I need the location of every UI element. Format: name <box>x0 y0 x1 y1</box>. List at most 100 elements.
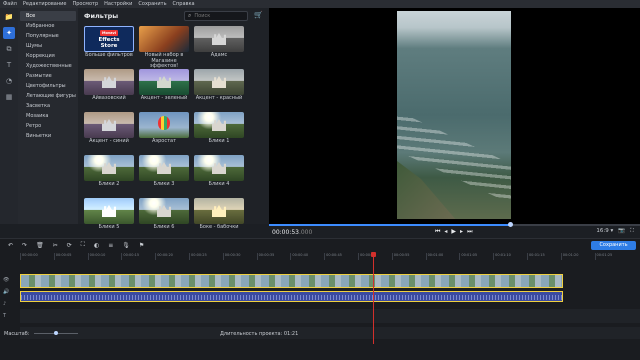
category-item[interactable]: Избранное <box>18 21 78 31</box>
import-icon[interactable]: 📁 <box>3 11 15 23</box>
properties-icon[interactable]: ≡ <box>108 242 113 249</box>
castle-image <box>102 162 116 174</box>
filter-thumbnail[interactable] <box>84 155 134 181</box>
category-item[interactable]: Мозаика <box>18 111 78 121</box>
timecode-ms: .000 <box>298 229 313 236</box>
filters-icon[interactable]: ✦ <box>3 27 15 39</box>
filter-tile[interactable]: Блики 4 <box>194 155 244 193</box>
filter-tile[interactable]: Блики 6 <box>139 198 189 236</box>
cart-icon[interactable]: 🛒 <box>254 11 263 19</box>
fullscreen-icon[interactable]: ⛶ <box>630 228 634 235</box>
music-lane[interactable] <box>20 309 640 323</box>
category-item[interactable]: Коррекция <box>18 51 78 61</box>
menu-item[interactable]: Просмотр <box>72 1 98 7</box>
castle-image <box>212 162 226 174</box>
filter-tile[interactable]: Адамс <box>194 26 244 64</box>
marker-icon[interactable]: ⚑ <box>139 242 144 249</box>
ruler-tick: 00:01:25 <box>594 253 629 260</box>
filter-thumbnail[interactable] <box>84 112 134 138</box>
filter-tile[interactable]: Боке - бабочки <box>194 198 244 236</box>
search-box[interactable]: ⌕ <box>184 11 248 21</box>
redo-icon[interactable]: ↷ <box>22 242 27 249</box>
zoom-slider[interactable] <box>34 331 78 335</box>
audio-track-icon[interactable]: 🔊 <box>3 289 9 295</box>
filter-thumbnail[interactable] <box>139 198 189 224</box>
menu-item[interactable]: Редактирование <box>23 1 67 7</box>
audio-icon[interactable]: 🎙 <box>122 242 130 249</box>
category-item[interactable]: Засветка <box>18 101 78 111</box>
filter-tile[interactable]: Акцент - синий <box>84 112 134 150</box>
category-item[interactable]: Все <box>20 11 76 21</box>
category-item[interactable]: Шумы <box>18 41 78 51</box>
filter-label: Акцент - красный <box>195 95 243 101</box>
filter-thumbnail[interactable] <box>84 198 134 224</box>
menu-item[interactable]: Файл <box>3 1 17 7</box>
category-item[interactable]: Виньетки <box>18 131 78 141</box>
music-track-icon[interactable]: ♪ <box>3 301 9 307</box>
ruler-tick: 00:00:10 <box>87 253 122 260</box>
filter-thumbnail[interactable] <box>194 69 244 95</box>
stickers-icon[interactable]: ◔ <box>3 75 15 87</box>
search-input[interactable] <box>194 13 245 19</box>
skip-forward-icon[interactable]: ⏭ <box>467 228 472 236</box>
snapshot-icon[interactable]: 📷 <box>618 228 625 235</box>
castle-image <box>102 205 116 217</box>
filter-label: Акцент - синий <box>89 138 129 144</box>
category-item[interactable]: Цветофильтры <box>18 81 78 91</box>
filter-thumbnail[interactable] <box>84 69 134 95</box>
video-clip[interactable] <box>20 274 563 288</box>
filter-tile[interactable]: Новый набор в Магазине эффектов! <box>139 26 189 69</box>
transitions-icon[interactable]: ⧉ <box>3 43 15 55</box>
category-item[interactable]: Популярные <box>18 31 78 41</box>
filter-tile[interactable]: Акцент - зеленый <box>139 69 189 107</box>
filter-tile[interactable]: Блики 3 <box>139 155 189 193</box>
castle-image <box>102 76 116 88</box>
category-item[interactable]: Художественные <box>18 61 78 71</box>
filter-thumbnail[interactable] <box>194 198 244 224</box>
time-ruler[interactable]: 00:00:00 00:00:05 00:00:10 00:00:15 00:00:20… <box>20 253 640 260</box>
skip-back-icon[interactable]: ⏮ <box>435 228 440 236</box>
filter-tile[interactable]: Айвазовский <box>84 69 134 107</box>
audio-clip[interactable] <box>20 291 563 302</box>
play-icon[interactable]: ▶ <box>451 228 456 236</box>
delete-icon[interactable]: 🗑 <box>36 242 44 249</box>
video-track-icon[interactable]: 👁 <box>3 277 9 283</box>
more-tools-icon[interactable]: ▦ <box>3 91 15 103</box>
menu-item[interactable]: Справка <box>173 1 195 7</box>
zoom-knob[interactable] <box>54 331 58 335</box>
filter-thumbnail[interactable] <box>139 112 189 138</box>
text-track-icon[interactable]: T <box>3 313 9 319</box>
category-item[interactable]: Ретро <box>18 121 78 131</box>
menu-item[interactable]: Сохранить <box>138 1 166 7</box>
filter-thumbnail[interactable] <box>194 112 244 138</box>
filter-tile[interactable]: Movavi Effects Store Больше фильтров <box>84 26 134 64</box>
category-panel: Все Избранное Популярные Шумы Коррекция Худож… <box>18 8 78 224</box>
aspect-ratio-select[interactable]: 16:9 ▾ <box>596 228 613 235</box>
step-forward-icon[interactable]: ▸ <box>460 228 463 236</box>
save-button[interactable]: Сохранить <box>591 241 636 250</box>
filter-tile[interactable]: Блики 1 <box>194 112 244 150</box>
filter-thumbnail[interactable] <box>139 69 189 95</box>
filter-tile[interactable]: Блики 5 <box>84 198 134 236</box>
filter-thumbnail[interactable]: Movavi Effects Store <box>84 26 134 52</box>
color-icon[interactable]: ◐ <box>94 242 99 249</box>
titles-icon[interactable]: T <box>3 59 15 71</box>
category-item[interactable]: Летающие фигуры <box>18 91 78 101</box>
rotate-icon[interactable]: ⟳ <box>67 242 72 249</box>
undo-icon[interactable]: ↶ <box>8 242 13 249</box>
filter-thumbnail[interactable] <box>139 26 189 52</box>
filter-tile[interactable]: Блики 2 <box>84 155 134 193</box>
filters-panel: Фильтры ⌕ 🛒 MovaviEffectsStoreБольше фил… <box>78 8 345 230</box>
filter-tile[interactable]: Аэростат <box>139 112 189 150</box>
filter-thumbnail[interactable] <box>194 155 244 181</box>
menu-item[interactable]: Настройки <box>104 1 132 7</box>
ruler-tick: 00:00:55 <box>391 253 426 260</box>
step-back-icon[interactable]: ◂ <box>444 228 447 236</box>
category-item[interactable]: Размытие <box>18 71 78 81</box>
crop-icon[interactable]: ⛶ <box>81 241 85 249</box>
timecode-main: 00:00:53 <box>272 229 299 236</box>
cut-icon[interactable]: ✂ <box>53 242 58 249</box>
filter-thumbnail[interactable] <box>194 26 244 52</box>
filter-thumbnail[interactable] <box>139 155 189 181</box>
filter-tile[interactable]: Акцент - красный <box>194 69 244 107</box>
